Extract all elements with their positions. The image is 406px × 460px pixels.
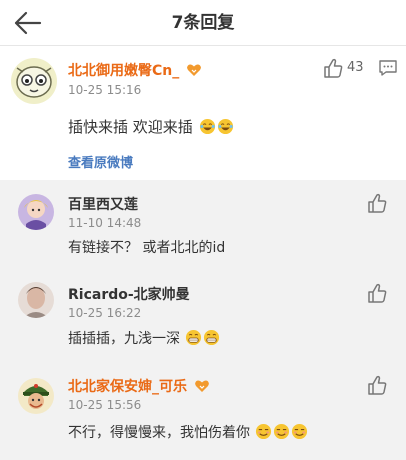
reply-text: 有链接不？ 或者北北的id [68, 240, 226, 256]
reply-text: 插插插，九浅一深 [68, 331, 180, 347]
view-original-weibo-link[interactable]: 查看原微博 [68, 152, 133, 171]
original-comment: 北北御用嫩臀Cn_ 10-25 15:16 43 插快来插 欢迎来插 查看原微博 [0, 46, 406, 180]
smirk-emoji-icon [292, 423, 308, 440]
reply-text: 不行，得慢慢来，我怕伤着你 [68, 425, 250, 441]
thumbs-up-icon[interactable] [366, 192, 388, 214]
reply-time: 10-25 16:22 [68, 306, 142, 320]
author-name[interactable]: 北北御用嫩臀Cn_ [68, 63, 179, 79]
laugh-cry-emoji-icon [217, 118, 233, 135]
reply-author-row[interactable]: 北北家保安婶_可乐 [68, 376, 210, 396]
smirk-emoji-icon [256, 423, 272, 440]
thumbs-up-icon[interactable] [366, 374, 388, 396]
comment-bubble-icon[interactable] [378, 58, 398, 78]
comment-text: 插快来插 欢迎来插 [68, 118, 193, 136]
reply-time: 10-25 15:56 [68, 398, 142, 412]
grin-emoji-icon [186, 329, 202, 346]
comment-author[interactable]: 北北御用嫩臀Cn_ [68, 60, 202, 80]
vip-heart-badge-icon [187, 64, 202, 76]
smirk-emoji-icon [274, 423, 290, 440]
vip-heart-badge-icon [194, 380, 209, 392]
avatar[interactable] [18, 282, 54, 318]
top-bar: 7条回复 [0, 0, 406, 46]
reply-author[interactable]: 北北家保安婶_可乐 [68, 379, 187, 395]
avatar[interactable] [18, 194, 54, 230]
page-title: 7条回复 [171, 13, 235, 33]
reply-time: 11-10 14:48 [68, 216, 142, 230]
back-arrow-icon[interactable] [10, 8, 46, 38]
comment-time: 10-25 15:16 [68, 83, 142, 97]
thumbs-up-icon[interactable] [322, 57, 344, 79]
reply-author[interactable]: Ricardo-北家帅曼 [68, 284, 190, 304]
laugh-cry-emoji-icon [199, 118, 215, 135]
comment-text-row: 插快来插 欢迎来插 [68, 116, 234, 137]
reply-item: 北北家保安婶_可乐 10-25 15:56 不行，得慢慢来，我怕伤着你 [0, 364, 406, 456]
reply-item: Ricardo-北家帅曼 10-25 16:22 插插插，九浅一深 [0, 272, 406, 364]
reply-item: 百里西又莲 11-10 14:48 有链接不？ 或者北北的id [0, 180, 406, 272]
avatar[interactable] [11, 58, 57, 104]
reply-text-row: 不行，得慢慢来，我怕伤着你 [68, 422, 308, 442]
reply-list: 百里西又莲 11-10 14:48 有链接不？ 或者北北的id Ricardo-… [0, 180, 406, 460]
avatar[interactable] [18, 378, 54, 414]
like-count: 43 [347, 60, 364, 75]
grin-emoji-icon [204, 329, 220, 346]
reply-author[interactable]: 百里西又莲 [68, 194, 138, 214]
thumbs-up-icon[interactable] [366, 282, 388, 304]
reply-text-row: 插插插，九浅一深 [68, 328, 220, 348]
